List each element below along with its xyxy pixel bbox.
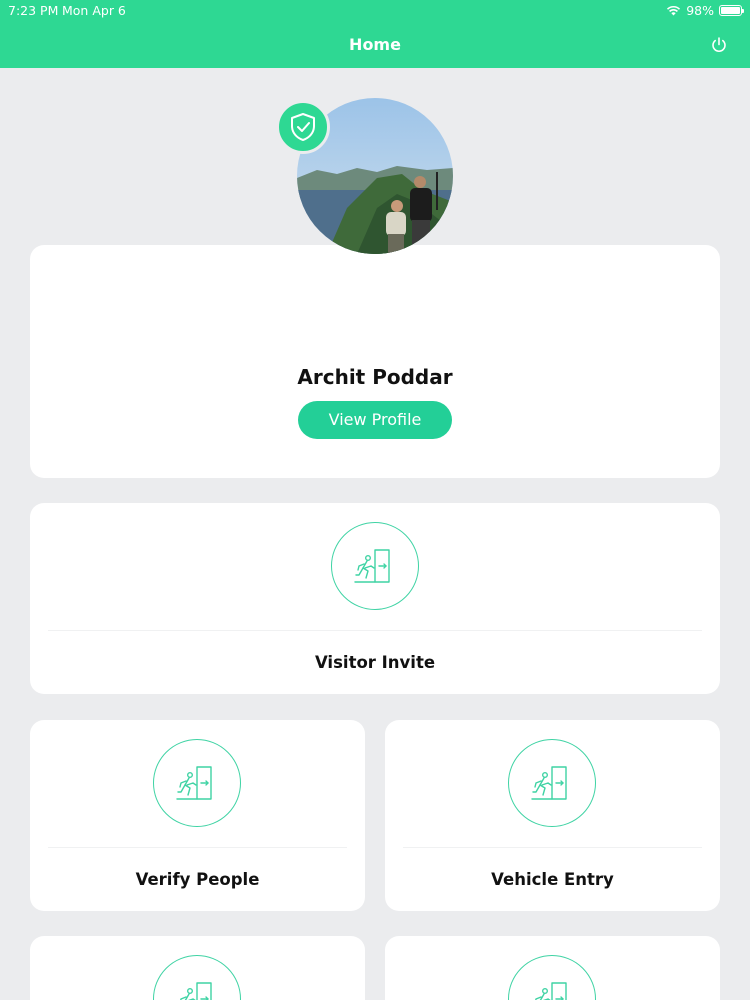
shield-check-icon bbox=[291, 113, 315, 141]
tile-divider bbox=[48, 847, 347, 848]
power-button[interactable] bbox=[710, 36, 728, 54]
power-icon bbox=[712, 37, 726, 52]
door-exit-icon bbox=[153, 739, 241, 827]
status-right: 98% bbox=[666, 3, 744, 18]
tile-divider bbox=[48, 630, 702, 631]
tile-divider bbox=[403, 847, 702, 848]
status-date: Mon Apr 6 bbox=[62, 3, 126, 18]
tile-label: Visitor Invite bbox=[314, 653, 436, 672]
tile-partial-right[interactable] bbox=[385, 936, 720, 1000]
door-exit-icon bbox=[508, 955, 596, 1000]
tile-label: Verify People bbox=[135, 870, 260, 889]
battery-percent: 98% bbox=[686, 3, 714, 18]
tile-vehicle-entry[interactable]: Vehicle Entry bbox=[385, 720, 720, 911]
tile-partial-left[interactable] bbox=[30, 936, 365, 1000]
page-title: Home bbox=[349, 35, 401, 54]
view-profile-button[interactable]: View Profile bbox=[298, 401, 452, 439]
verified-badge bbox=[276, 100, 330, 154]
tile-visitor-invite[interactable]: Visitor Invite bbox=[30, 503, 720, 694]
tile-label: Vehicle Entry bbox=[491, 870, 614, 889]
top-bar: 7:23 PM Mon Apr 6 98% Home bbox=[0, 0, 750, 68]
profile-name: Archit Poddar bbox=[297, 365, 453, 389]
battery-icon bbox=[719, 5, 744, 16]
door-exit-icon bbox=[153, 955, 241, 1000]
status-time: 7:23 PM bbox=[8, 3, 59, 18]
status-bar: 7:23 PM Mon Apr 6 98% bbox=[0, 0, 750, 20]
battery-fill bbox=[721, 7, 740, 14]
profile-card: Archit Poddar View Profile bbox=[30, 245, 720, 478]
tile-verify-people[interactable]: Verify People bbox=[30, 720, 365, 911]
door-exit-icon bbox=[508, 739, 596, 827]
wifi-icon bbox=[667, 5, 681, 16]
door-exit-icon bbox=[331, 522, 419, 610]
